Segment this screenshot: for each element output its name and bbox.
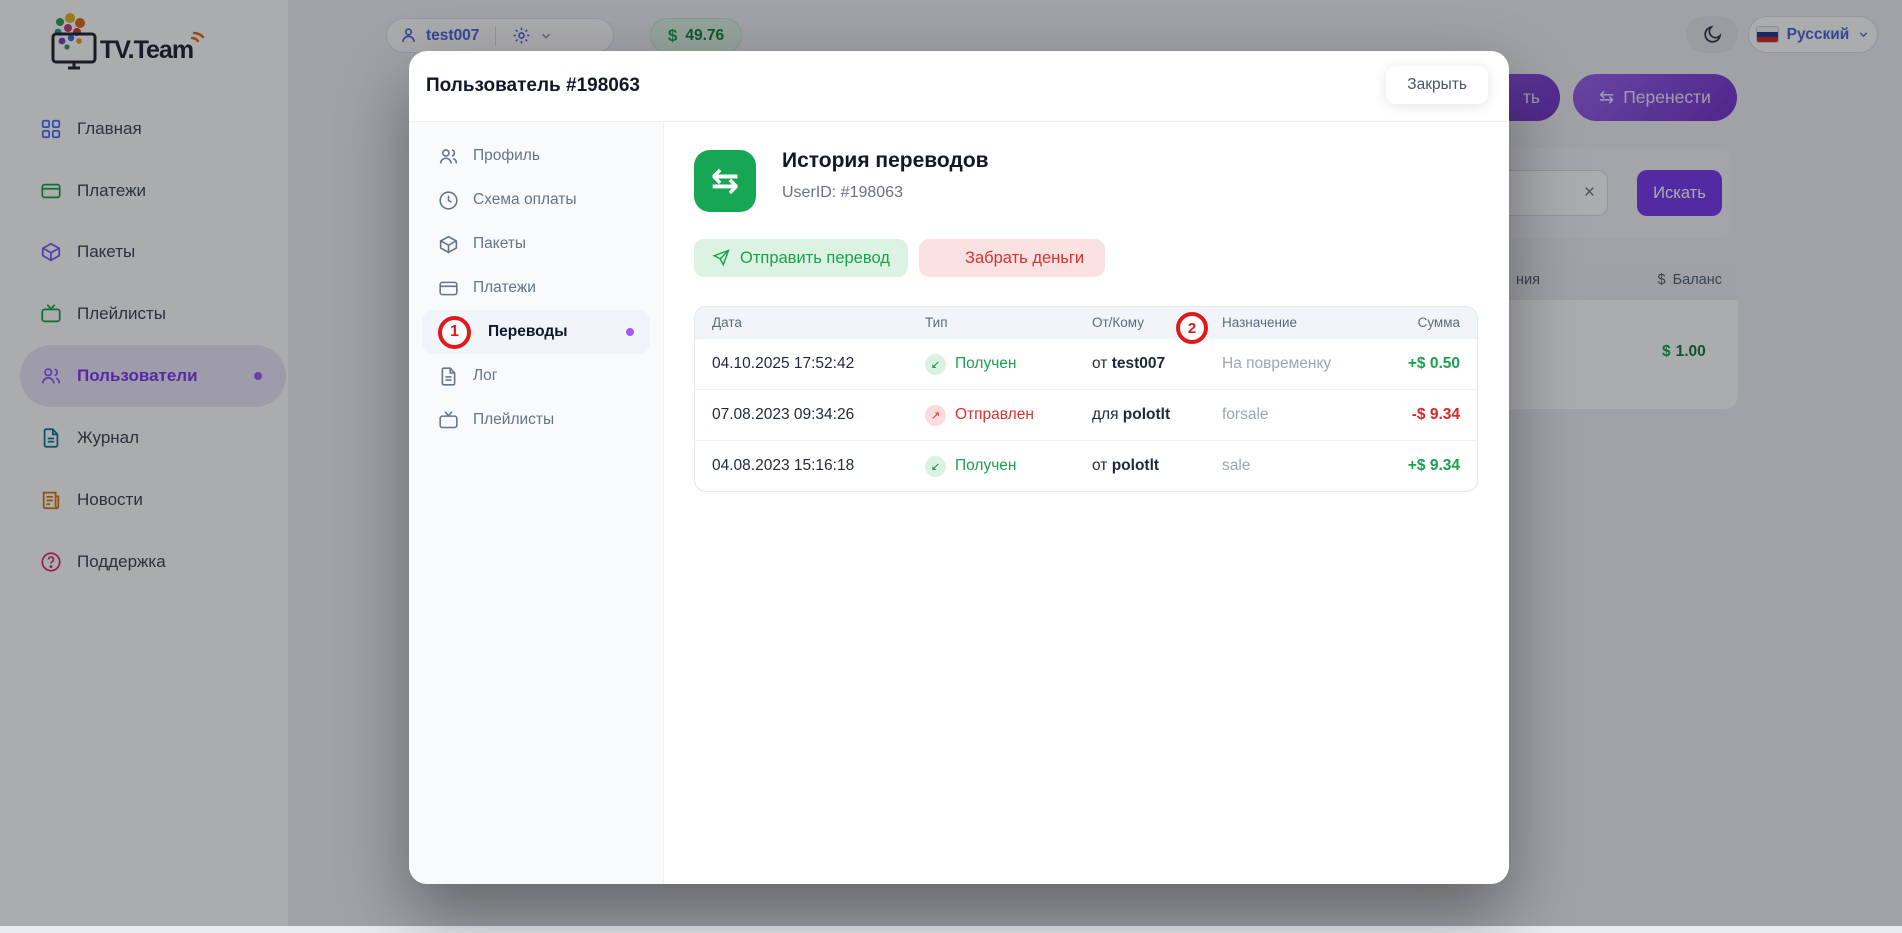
cell-type: Получен [955,355,1016,373]
received-arrow-icon: ↙ [925,354,946,375]
modal-nav: Профиль Схема оплаты Пакеты Платежи 1 Пе… [409,122,664,884]
cell-party: test007 [1112,355,1165,372]
cell-purpose: sale [1222,457,1382,475]
nav-label: Профиль [473,147,540,165]
cell-date: 04.10.2025 17:52:42 [695,355,925,373]
cell-party-prefix: от [1092,355,1107,372]
bottom-strip [0,926,1902,933]
received-arrow-icon: ↙ [925,456,946,477]
tv-icon [438,410,459,431]
column-header-date: Дата [695,315,925,330]
nav-label: Платежи [473,279,536,297]
package-icon [438,234,459,255]
table-row[interactable]: 04.08.2023 15:16:18 ↙ Получен от polotlt… [695,440,1477,491]
nav-label: Схема оплаты [473,191,577,209]
nav-label: Переводы [488,323,568,341]
user-details-modal: Пользователь #198063 Закрыть Профиль Схе… [409,51,1509,884]
cell-party-prefix: для [1092,406,1118,423]
nav-label: Плейлисты [473,411,554,429]
users-icon [438,146,459,167]
table-row[interactable]: 04.10.2025 17:52:42 ↙ Получен от test007… [695,338,1477,389]
modal-nav-profile[interactable]: Профиль [409,134,663,178]
transfers-icon-badge: ⇆ [694,150,756,212]
cell-date: 07.08.2023 09:34:26 [695,406,925,424]
modal-nav-log[interactable]: Лог [409,354,663,398]
modal-nav-payment-scheme[interactable]: Схема оплаты [409,178,663,222]
cell-party: polotlt [1123,406,1170,423]
annotation-step-1: 1 [438,316,471,349]
cell-purpose: На повременку [1222,355,1382,373]
screen: TV.Team Главная Платежи Пакеты Плейлисты… [0,0,1902,933]
modal-nav-transfers[interactable]: 1 Переводы [422,310,650,354]
nav-label: Лог [473,367,497,385]
column-header-purpose: Назначение [1222,315,1382,330]
withdraw-money-button[interactable]: Забрать деньги [919,239,1105,277]
cell-party-prefix: от [1092,457,1107,474]
clock-icon [438,190,459,211]
cell-date: 04.08.2023 15:16:18 [695,457,925,475]
paper-plane-icon [712,249,730,267]
cell-type: Получен [955,457,1016,475]
modal-content: ⇆ История переводов UserID: #198063 Отпр… [664,122,1509,884]
credit-card-icon [438,278,459,299]
cell-amount: +$ 9.34 [1382,457,1477,475]
active-indicator-dot [626,328,634,336]
cell-type: Отправлен [955,406,1034,424]
send-transfer-label: Отправить перевод [740,249,890,268]
column-header-amount: Сумма [1382,315,1477,330]
cell-party: polotlt [1112,457,1159,474]
close-button[interactable]: Закрыть [1386,66,1488,104]
content-title: История переводов [782,149,989,173]
table-row[interactable]: 07.08.2023 09:34:26 ↗ Отправлен для polo… [695,389,1477,440]
modal-nav-packages[interactable]: Пакеты [409,222,663,266]
column-header-type: Тип [925,315,1092,330]
transfer-icon: ⇆ [711,161,740,201]
cell-amount: -$ 9.34 [1382,406,1477,424]
transfers-table: Дата Тип От/Кому Назначение Сумма 04.10.… [694,306,1478,492]
modal-header: Пользователь #198063 Закрыть [409,51,1509,122]
file-text-icon [438,366,459,387]
modal-nav-playlists[interactable]: Плейлисты [409,398,663,442]
nav-label: Пакеты [473,235,526,253]
sent-arrow-icon: ↗ [925,405,946,426]
cell-amount: +$ 0.50 [1382,355,1477,373]
withdraw-label: Забрать деньги [965,249,1084,268]
content-subtitle: UserID: #198063 [782,184,903,202]
cell-purpose: forsale [1222,406,1382,424]
table-header-row: Дата Тип От/Кому Назначение Сумма [695,307,1477,338]
modal-nav-payments[interactable]: Платежи [409,266,663,310]
annotation-step-2: 2 [1176,312,1208,344]
send-transfer-button[interactable]: Отправить перевод [694,239,908,277]
modal-title: Пользователь #198063 [426,75,640,97]
